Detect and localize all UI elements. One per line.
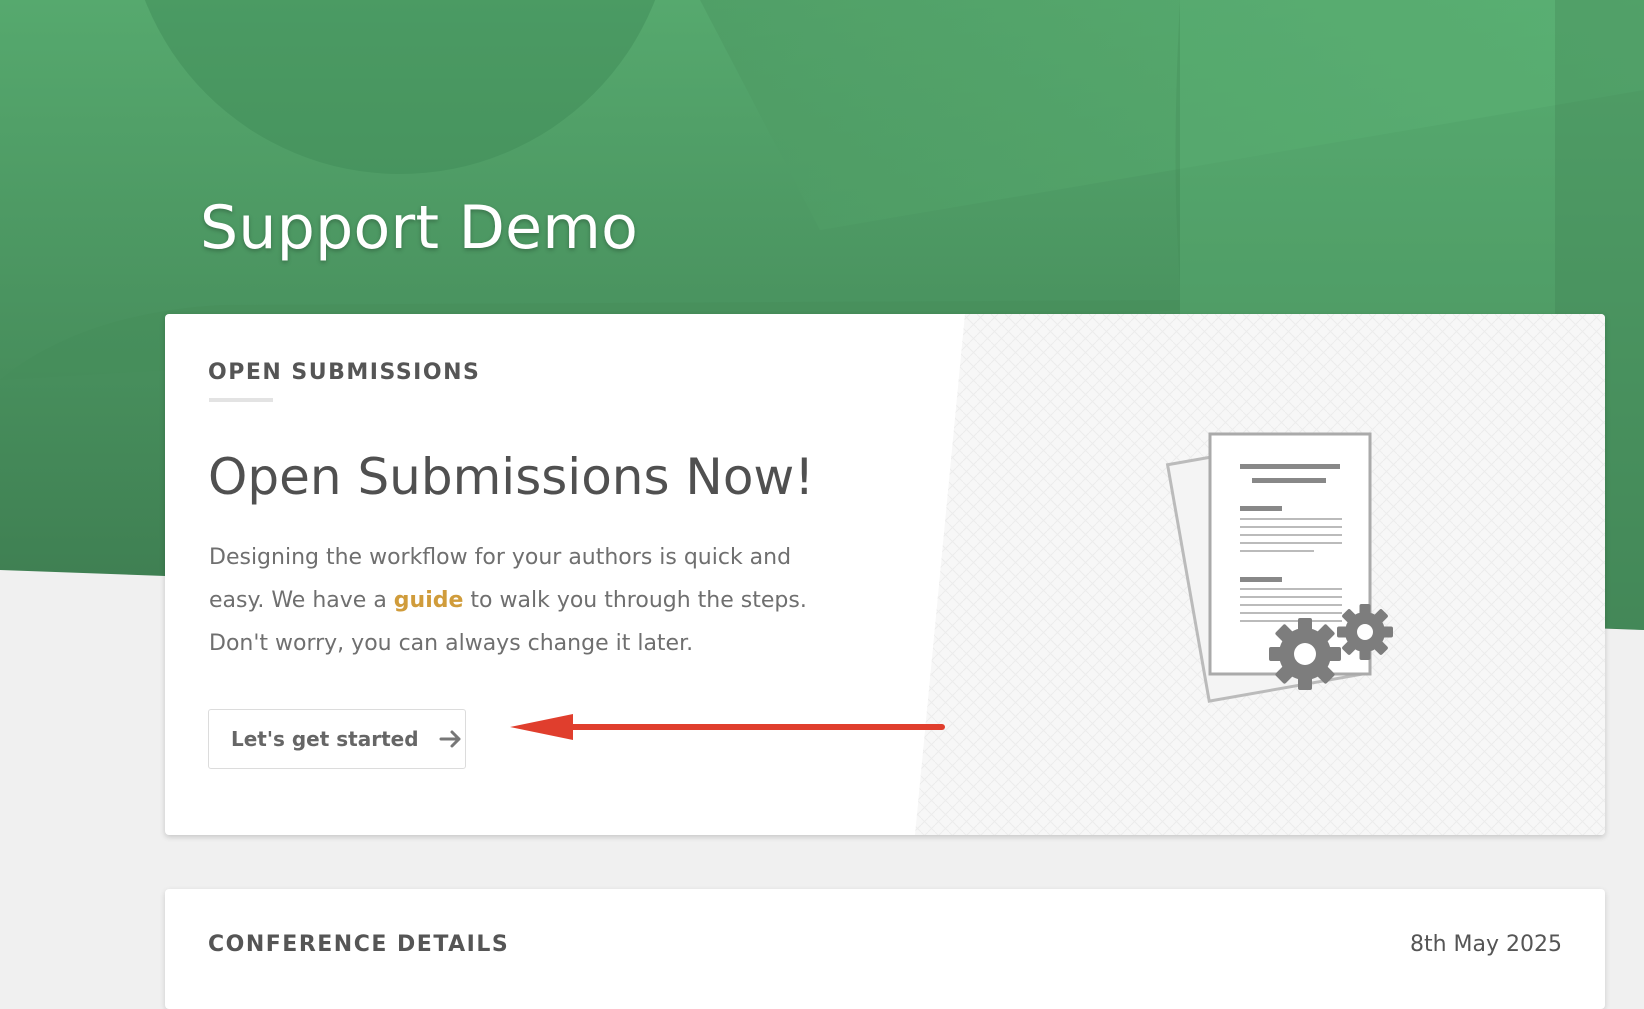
conference-details-card: CONFERENCE DETAILS 8th May 2025: [165, 889, 1605, 1009]
section-label-underline: [209, 398, 273, 402]
section-label-conference-details: CONFERENCE DETAILS: [208, 932, 510, 957]
guide-link[interactable]: guide: [394, 588, 464, 613]
annotation-arrow: [510, 714, 945, 740]
page-title: Support Demo: [200, 193, 639, 263]
documents-with-gears-icon: [1165, 432, 1393, 703]
lets-get-started-button[interactable]: Let's get started: [208, 709, 466, 769]
section-label-open-submissions: OPEN SUBMISSIONS: [208, 360, 481, 385]
conference-date: 8th May 2025: [1409, 932, 1562, 957]
arrow-right-icon: [439, 729, 463, 749]
open-submissions-headline: Open Submissions Now!: [208, 448, 815, 506]
lets-get-started-label: Let's get started: [231, 727, 419, 751]
open-submissions-card: OPEN SUBMISSIONS Open Submissions Now! D…: [165, 314, 1605, 835]
open-submissions-description: Designing the workflow for your authors …: [209, 536, 829, 665]
